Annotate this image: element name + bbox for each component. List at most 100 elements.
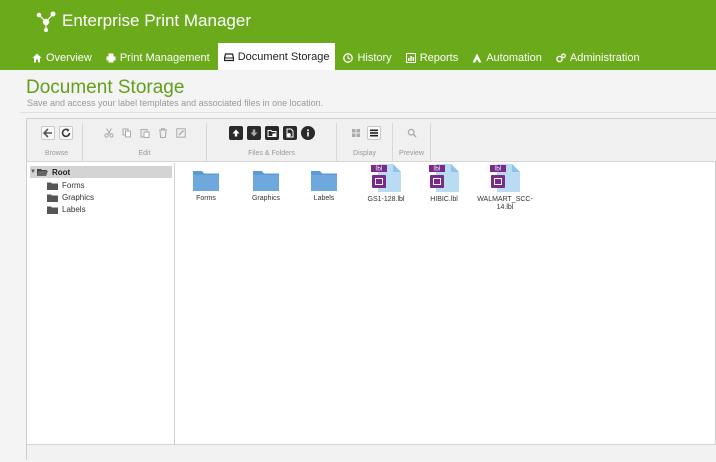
back-button[interactable]: [40, 126, 55, 140]
file-name: GS1-128.lbl: [367, 196, 405, 203]
file-badge: lbl: [433, 166, 440, 173]
nav-overview-label: Overview: [46, 51, 92, 64]
tree-item-label: Forms: [62, 181, 85, 190]
grid-view-button[interactable]: [349, 126, 363, 140]
clock-icon: [343, 52, 354, 63]
tree-item-root[interactable]: ▼ Root: [30, 166, 172, 178]
divider: [20, 112, 716, 113]
preview-button[interactable]: [405, 126, 419, 140]
new-folder-button[interactable]: [264, 126, 279, 140]
printer-icon: [106, 53, 116, 62]
nav-automation-label: Automation: [486, 51, 542, 64]
info-button[interactable]: [300, 126, 315, 140]
tree-item-label: Labels: [62, 205, 86, 214]
info-icon: [306, 129, 309, 137]
chart-icon: [405, 52, 416, 63]
file-item-walmart-scc-14[interactable]: lbl WALMART_SCC-14.lbl: [472, 163, 538, 212]
nav-print-management-label: Print Management: [119, 51, 210, 64]
file-item-gs1-128[interactable]: lbl GS1-128.lbl: [356, 163, 416, 204]
file-name: Forms: [196, 195, 216, 202]
paste-button[interactable]: [138, 126, 152, 140]
toolbar-group-display: Display: [337, 123, 393, 161]
search-icon: [407, 128, 416, 138]
label-file-icon: lbl: [429, 164, 459, 192]
logo-icon: [36, 11, 56, 32]
toolbar-group-edit: Edit: [83, 123, 207, 161]
toolbar-group-label: Files & Folders: [248, 150, 295, 157]
document-storage-panel: Browse Edit Files & Folders Display Prev…: [26, 118, 716, 460]
copy-icon: [122, 128, 131, 138]
tree-root-label: Root: [52, 167, 71, 177]
nav-history-label: History: [357, 51, 392, 64]
nav-document-storage-label: Document Storage: [237, 50, 330, 63]
automation-icon: [472, 53, 482, 62]
folder-open-icon: [37, 169, 48, 176]
nav-print-management[interactable]: Print Management: [100, 45, 216, 70]
refresh-icon: [61, 128, 70, 138]
toolbar-group-label: Edit: [138, 150, 151, 157]
folder-icon: [47, 206, 58, 214]
download-icon: [250, 129, 257, 137]
toolbar: Browse Edit Files & Folders Display Prev…: [27, 119, 716, 162]
file-name: HIBIC.lbl: [430, 196, 458, 203]
nav-reports-label: Reports: [419, 51, 459, 64]
file-badge: lbl: [494, 166, 501, 173]
folder-tree: ▼ Root Forms Graphics Labels: [27, 163, 175, 444]
rename-icon: [175, 128, 186, 138]
new-folder-icon: [267, 130, 276, 137]
list-view-button[interactable]: [366, 126, 381, 140]
file-item-labels[interactable]: Labels: [294, 168, 354, 203]
tree-item-labels[interactable]: Labels: [47, 204, 86, 215]
folder-icon: [253, 171, 279, 191]
page-title: Document Storage: [26, 77, 185, 98]
download-button[interactable]: [246, 126, 261, 140]
toolbar-group-preview: Preview: [393, 123, 431, 161]
caret-down-icon[interactable]: ▼: [30, 169, 36, 175]
nav-administration[interactable]: Administration: [550, 45, 646, 70]
folder-icon: [47, 182, 58, 190]
nav-administration-label: Administration: [569, 51, 640, 64]
nav-overview[interactable]: Overview: [26, 45, 98, 70]
toolbar-group-label: Display: [353, 150, 376, 157]
back-icon: [42, 128, 52, 138]
delete-button[interactable]: [156, 126, 170, 140]
file-badge: lbl: [375, 166, 382, 173]
nav-automation[interactable]: Automation: [466, 45, 548, 70]
cut-button[interactable]: [102, 126, 116, 140]
app-title: Enterprise Print Manager: [62, 11, 251, 30]
nav-document-storage[interactable]: Document Storage: [217, 43, 336, 70]
home-icon: [32, 53, 42, 62]
toolbar-group-browse: Browse: [31, 123, 83, 161]
app-header: Enterprise Print Manager Overview Print …: [0, 0, 716, 70]
list-view-icon: [369, 129, 378, 137]
refresh-button[interactable]: [58, 126, 73, 140]
file-name: WALMART_SCC-14.lbl: [477, 196, 533, 211]
tree-item-forms[interactable]: Forms: [47, 180, 85, 191]
page-subtitle: Save and access your label templates and…: [27, 98, 324, 108]
upload-icon: [232, 129, 239, 137]
app-window: Enterprise Print Manager Overview Print …: [0, 0, 716, 462]
upload-button[interactable]: [228, 126, 243, 140]
file-item-forms[interactable]: Forms: [176, 168, 236, 203]
nav-reports[interactable]: Reports: [400, 45, 465, 70]
delete-icon: [158, 128, 167, 138]
paste-icon: [140, 129, 149, 138]
file-item-hibic[interactable]: lbl HIBIC.lbl: [414, 163, 474, 204]
gears-icon: [556, 52, 566, 62]
copy-button[interactable]: [120, 126, 134, 140]
new-file-button[interactable]: [282, 126, 297, 140]
tree-item-graphics[interactable]: Graphics: [47, 192, 94, 203]
toolbar-group-label: Preview: [399, 150, 424, 157]
drive-icon: [223, 52, 234, 61]
folder-icon: [47, 194, 58, 202]
tree-item-label: Graphics: [62, 193, 95, 202]
rename-button[interactable]: [174, 126, 188, 140]
grid-view-icon: [351, 129, 360, 137]
toolbar-group-label: Browse: [44, 150, 69, 157]
status-bar: [27, 444, 716, 460]
new-file-icon: [286, 128, 293, 138]
toolbar-group-files-folders: Files & Folders: [207, 123, 337, 161]
file-item-graphics[interactable]: Graphics: [236, 168, 296, 203]
cut-icon: [103, 128, 114, 138]
nav-history[interactable]: History: [337, 45, 397, 70]
